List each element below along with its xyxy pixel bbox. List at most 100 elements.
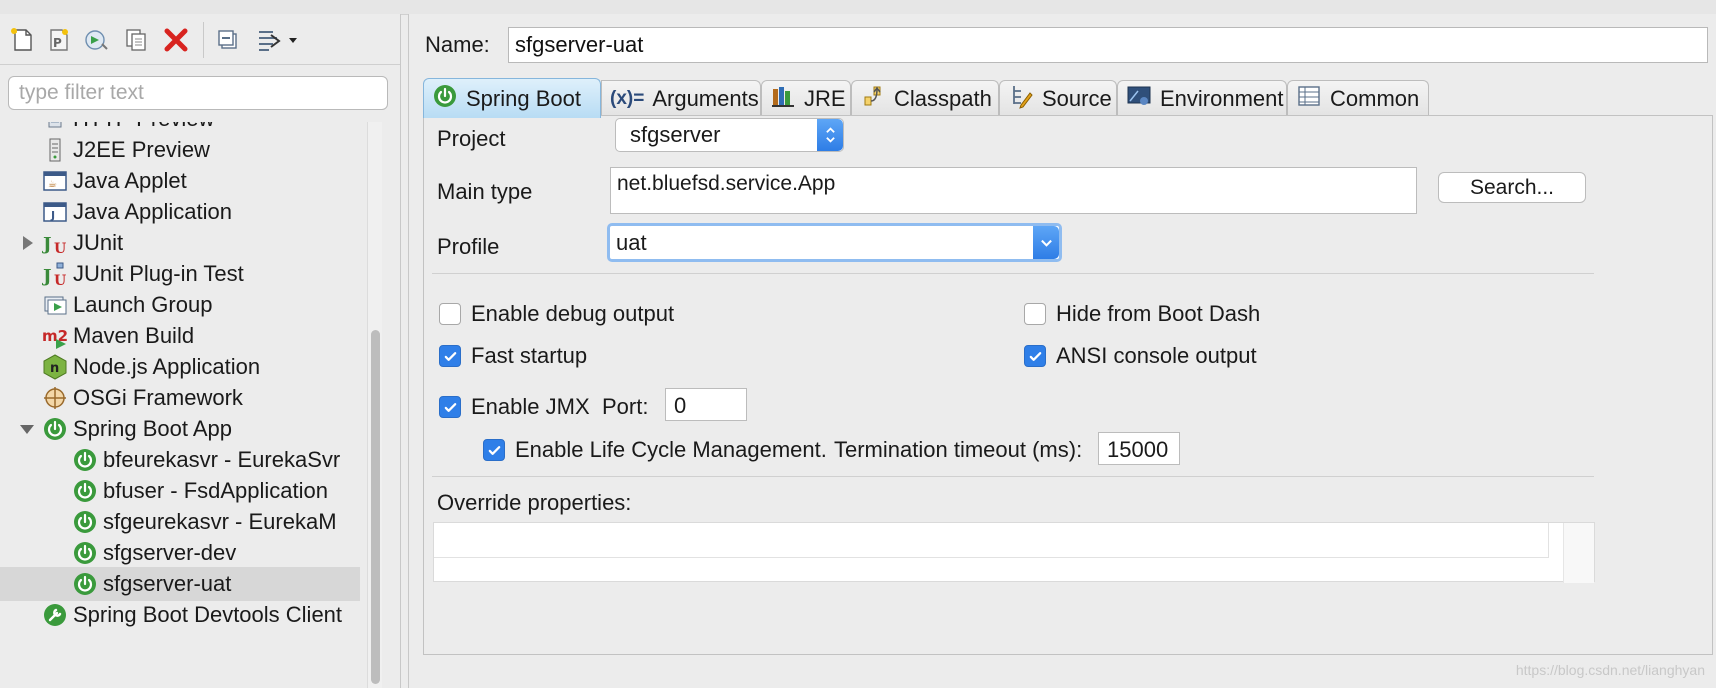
tab-label: Classpath	[894, 85, 992, 111]
fast-startup-checkbox[interactable]: Fast startup	[439, 343, 587, 369]
tab-spring-boot[interactable]: Spring Boot	[423, 78, 601, 118]
project-value: sfgserver	[630, 122, 721, 147]
svg-text:n: n	[50, 361, 59, 376]
launch-config-toolbar: P	[0, 14, 400, 65]
main-type-label: Main type	[437, 179, 533, 204]
lifecycle-checkbox[interactable]: Enable Life Cycle Management.	[483, 437, 827, 463]
tree-item[interactable]: Spring Boot App	[0, 412, 360, 446]
new-prototype-icon[interactable]: P	[42, 24, 74, 56]
classpath-icon	[860, 83, 886, 115]
tree-item[interactable]: sfgserver-uat	[0, 567, 360, 601]
tree-item[interactable]: OSGi Framework	[0, 381, 360, 415]
termination-input[interactable]: 15000	[1098, 432, 1180, 465]
checkbox-label: Enable debug output	[471, 301, 675, 326]
launch-config-editor: Name: Spring Boot (x)= Arguments JRE Cla…	[408, 14, 1716, 688]
table-row[interactable]	[434, 523, 1549, 558]
junit-plugin-icon: JU	[42, 261, 68, 287]
tree-item-label: Java Application	[73, 199, 232, 224]
checkbox-box[interactable]	[1024, 303, 1046, 325]
tab-arguments[interactable]: (x)= Arguments	[601, 80, 761, 116]
tree-item[interactable]: bfeurekasvr - EurekaSvr	[0, 443, 360, 477]
debug-output-checkbox[interactable]: Enable debug output	[439, 301, 674, 327]
tree-item[interactable]: Spring Boot Devtools Client	[0, 598, 360, 632]
filter-menu-icon[interactable]	[252, 24, 302, 56]
enable-jmx-checkbox[interactable]: Enable JMX	[439, 394, 590, 420]
checkmark-icon	[1029, 351, 1041, 361]
tree-item[interactable]: J2EE Preview	[0, 133, 360, 167]
separator	[432, 476, 1594, 477]
spring-boot-icon	[432, 83, 458, 115]
filter-input[interactable]	[8, 76, 388, 110]
tree-item[interactable]: bfuser - FsdApplication	[0, 474, 360, 508]
spring-boot-icon	[72, 447, 98, 473]
tree-item-label: Launch Group	[73, 292, 213, 317]
checkbox-box[interactable]	[483, 439, 505, 461]
tree-item[interactable]: Launch Group	[0, 288, 360, 322]
port-input[interactable]: 0	[665, 388, 747, 421]
duplicate-icon[interactable]	[120, 24, 152, 56]
tree-item[interactable]: J Java Application	[0, 195, 360, 229]
checkbox-box[interactable]	[439, 345, 461, 367]
table-scrollbar[interactable]	[1563, 523, 1594, 583]
checkbox-box[interactable]	[1024, 345, 1046, 367]
search-button[interactable]: Search...	[1438, 172, 1586, 203]
override-properties-table[interactable]	[433, 522, 1595, 583]
tree-scrollbar-thumb[interactable]	[371, 330, 380, 684]
tree-item[interactable]: J U JUnit	[0, 226, 360, 260]
svg-text:J: J	[50, 209, 55, 222]
spring-boot-icon	[72, 509, 98, 535]
main-type-input[interactable]: net.bluefsd.service.App	[610, 167, 1417, 214]
tree-item-label: Java Applet	[73, 168, 187, 193]
updown-arrow-icon	[817, 119, 843, 151]
jre-icon	[770, 83, 796, 115]
hide-boot-dash-checkbox[interactable]: Hide from Boot Dash	[1024, 301, 1260, 327]
checkbox-box[interactable]	[439, 303, 461, 325]
tab-classpath[interactable]: Classpath	[851, 80, 999, 116]
tree-item[interactable]: sfgeurekasvr - EurekaM	[0, 505, 360, 539]
expanded-triangle-icon[interactable]	[18, 420, 36, 438]
tree-item-label: sfgserver-uat	[103, 571, 232, 596]
delete-icon[interactable]	[160, 24, 192, 56]
checkbox-label: Enable JMX	[471, 394, 590, 419]
tab-label: Common	[1330, 85, 1420, 111]
collapse-all-icon[interactable]	[212, 24, 244, 56]
name-input[interactable]	[508, 27, 1708, 63]
tree-item[interactable]: J U JUnit Plug-in Test	[0, 257, 360, 291]
environment-icon	[1126, 83, 1152, 115]
spring-boot-icon	[72, 540, 98, 566]
checkmark-icon	[444, 351, 456, 361]
termination-label: Termination timeout (ms):	[834, 437, 1083, 462]
export-config-icon[interactable]	[80, 24, 112, 56]
tree-item-label: sfgeurekasvr - EurekaM	[103, 509, 337, 534]
svg-text:U: U	[54, 273, 66, 287]
tree-item-label: JUnit	[73, 230, 124, 255]
tab-jre[interactable]: JRE	[761, 80, 851, 116]
ansi-console-checkbox[interactable]: ANSI console output	[1024, 343, 1257, 369]
checkbox-box[interactable]	[439, 396, 461, 418]
watermark: https://blog.csdn.net/lianghyan	[1515, 662, 1705, 678]
spring-boot-icon	[72, 571, 98, 597]
collapsed-triangle-icon[interactable]	[18, 234, 36, 252]
checkmark-icon	[488, 445, 500, 455]
tree-item[interactable]: n Node.js Application	[0, 350, 360, 384]
tree-item-label: Spring Boot App	[73, 416, 233, 441]
project-select[interactable]: sfgserver	[615, 118, 844, 152]
tree-item[interactable]: m2 Maven Build	[0, 319, 360, 353]
svg-text:J: J	[42, 266, 52, 287]
toolbar-separator	[203, 22, 204, 58]
new-launch-config-icon[interactable]	[6, 24, 38, 56]
tree-item-label: HTTP Preview	[73, 122, 214, 132]
override-properties-label: Override properties:	[437, 490, 632, 515]
tab-source[interactable]: Source	[999, 80, 1117, 116]
launch-config-list-panel: P HTTP PreviewJ2EE Preview☕Java AppletJJ…	[0, 14, 401, 688]
tree-item[interactable]: sfgserver-dev	[0, 536, 360, 570]
tab-environment[interactable]: Environment	[1117, 80, 1287, 116]
tab-common[interactable]: Common	[1287, 80, 1429, 116]
tree-scrollbar[interactable]	[367, 122, 382, 688]
name-label: Name:	[425, 32, 490, 57]
tree-item[interactable]: ☕ Java Applet	[0, 164, 360, 198]
profile-select[interactable]: uat	[607, 223, 1062, 262]
svg-text:J: J	[42, 234, 52, 255]
spring-boot-tab-content: Project sfgserver Main type net.bluefsd.…	[423, 115, 1713, 655]
project-label: Project	[437, 126, 506, 151]
